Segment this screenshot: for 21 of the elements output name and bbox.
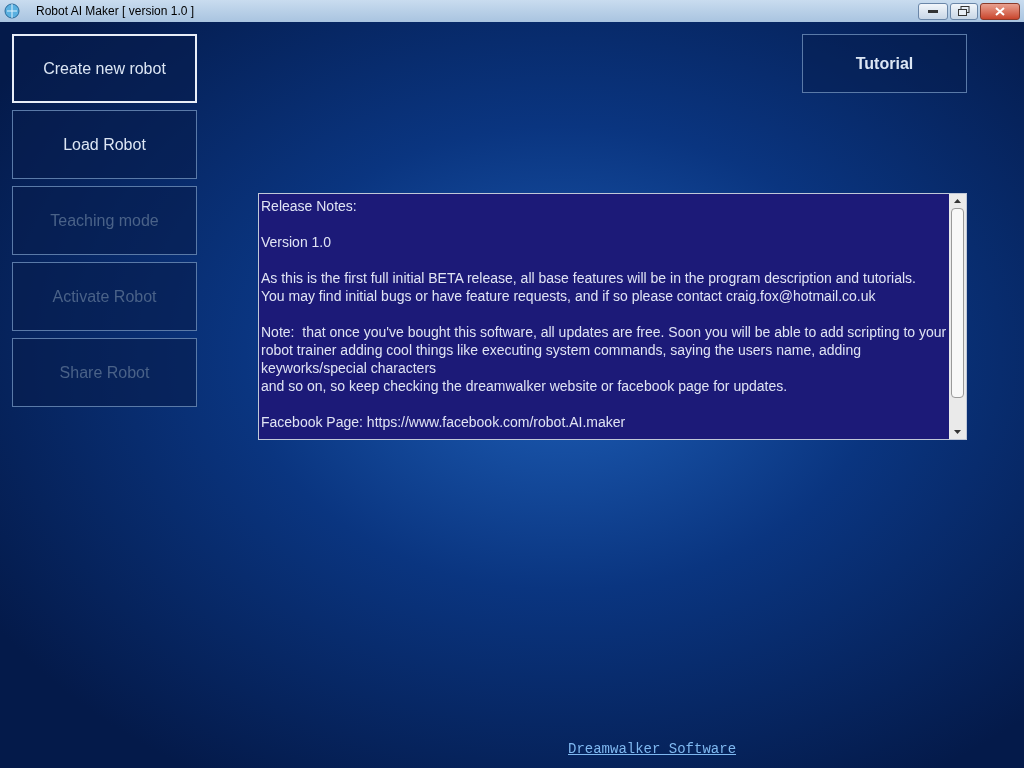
menu-button[interactable]: Load Robot — [12, 110, 197, 179]
globe-icon — [4, 3, 20, 19]
restore-icon — [958, 6, 970, 16]
release-notes-box[interactable] — [258, 193, 967, 440]
scroll-thumb[interactable] — [951, 208, 964, 398]
close-button[interactable] — [980, 2, 1020, 20]
minimize-button[interactable] — [918, 2, 948, 20]
release-notes-text: Version 1.0 — [261, 233, 333, 251]
tutorial-button[interactable]: Tutorial — [802, 34, 967, 93]
close-icon — [995, 6, 1005, 16]
release-notes-text: As this is the first full initial BETA release, all base features will be in the program description and tutorials. — [261, 269, 917, 287]
release-notes-text: Release Notes: — [261, 197, 358, 215]
menu-button[interactable]: Create new robot — [12, 34, 197, 103]
footer-link[interactable]: Dreamwalker Software — [568, 741, 737, 757]
release-notes-text: Facebook Page: https://www.facebook.com/robot.AI.maker — [261, 413, 627, 431]
scrollbar[interactable] — [949, 194, 966, 439]
restore-button[interactable] — [950, 2, 978, 20]
release-notes-text: You may find initial bugs or have feature requests, and if so please contact craig.fox@hotmail.co.uk — [261, 287, 877, 305]
release-notes-text: and so on, so keep checking the dreamwalker website or facebook page for updates. — [261, 377, 789, 395]
minimize-icon — [928, 9, 938, 13]
window-title: Robot AI Maker [ version 1.0 ] — [36, 3, 195, 20]
